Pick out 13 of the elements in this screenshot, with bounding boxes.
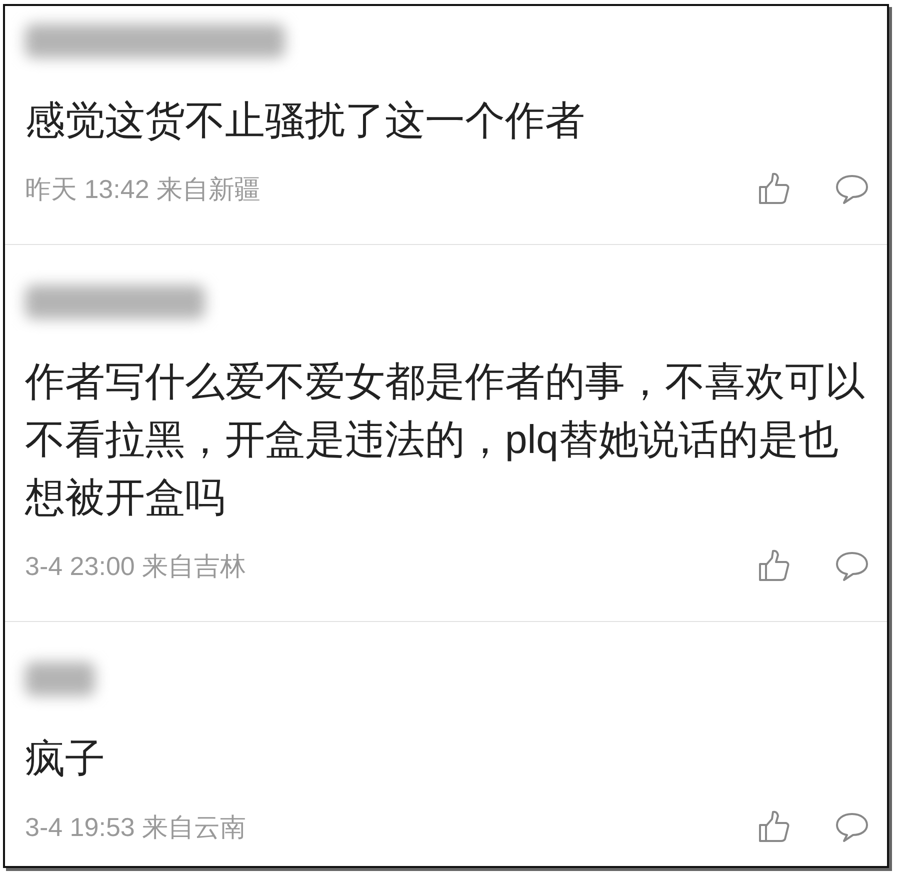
thumbs-up-icon[interactable] bbox=[757, 810, 791, 844]
thumbs-up-icon[interactable] bbox=[757, 172, 791, 206]
blurred-username bbox=[25, 662, 95, 696]
comment-meta: 3-4 19:53 来自云南 bbox=[25, 811, 248, 844]
comment-bubble-icon[interactable] bbox=[835, 549, 869, 583]
comment-bubble-icon[interactable] bbox=[835, 172, 869, 206]
comment-text: 作者写什么爱不爱女都是作者的事，不喜欢可以不看拉黑，开盒是违法的，plq替她说话的是也想被开盒吗 bbox=[25, 359, 866, 522]
thumbs-up-icon[interactable] bbox=[757, 549, 791, 583]
comment-meta: 3-4 23:00 来自吉林 bbox=[25, 550, 248, 583]
comment-text: 感觉这货不止骚扰了这一个作者 bbox=[25, 98, 586, 145]
comment-meta: 昨天 13:42 来自新疆 bbox=[25, 173, 262, 206]
comment-text: 疯子 bbox=[25, 736, 106, 783]
comment-bubble-icon[interactable] bbox=[835, 810, 869, 844]
